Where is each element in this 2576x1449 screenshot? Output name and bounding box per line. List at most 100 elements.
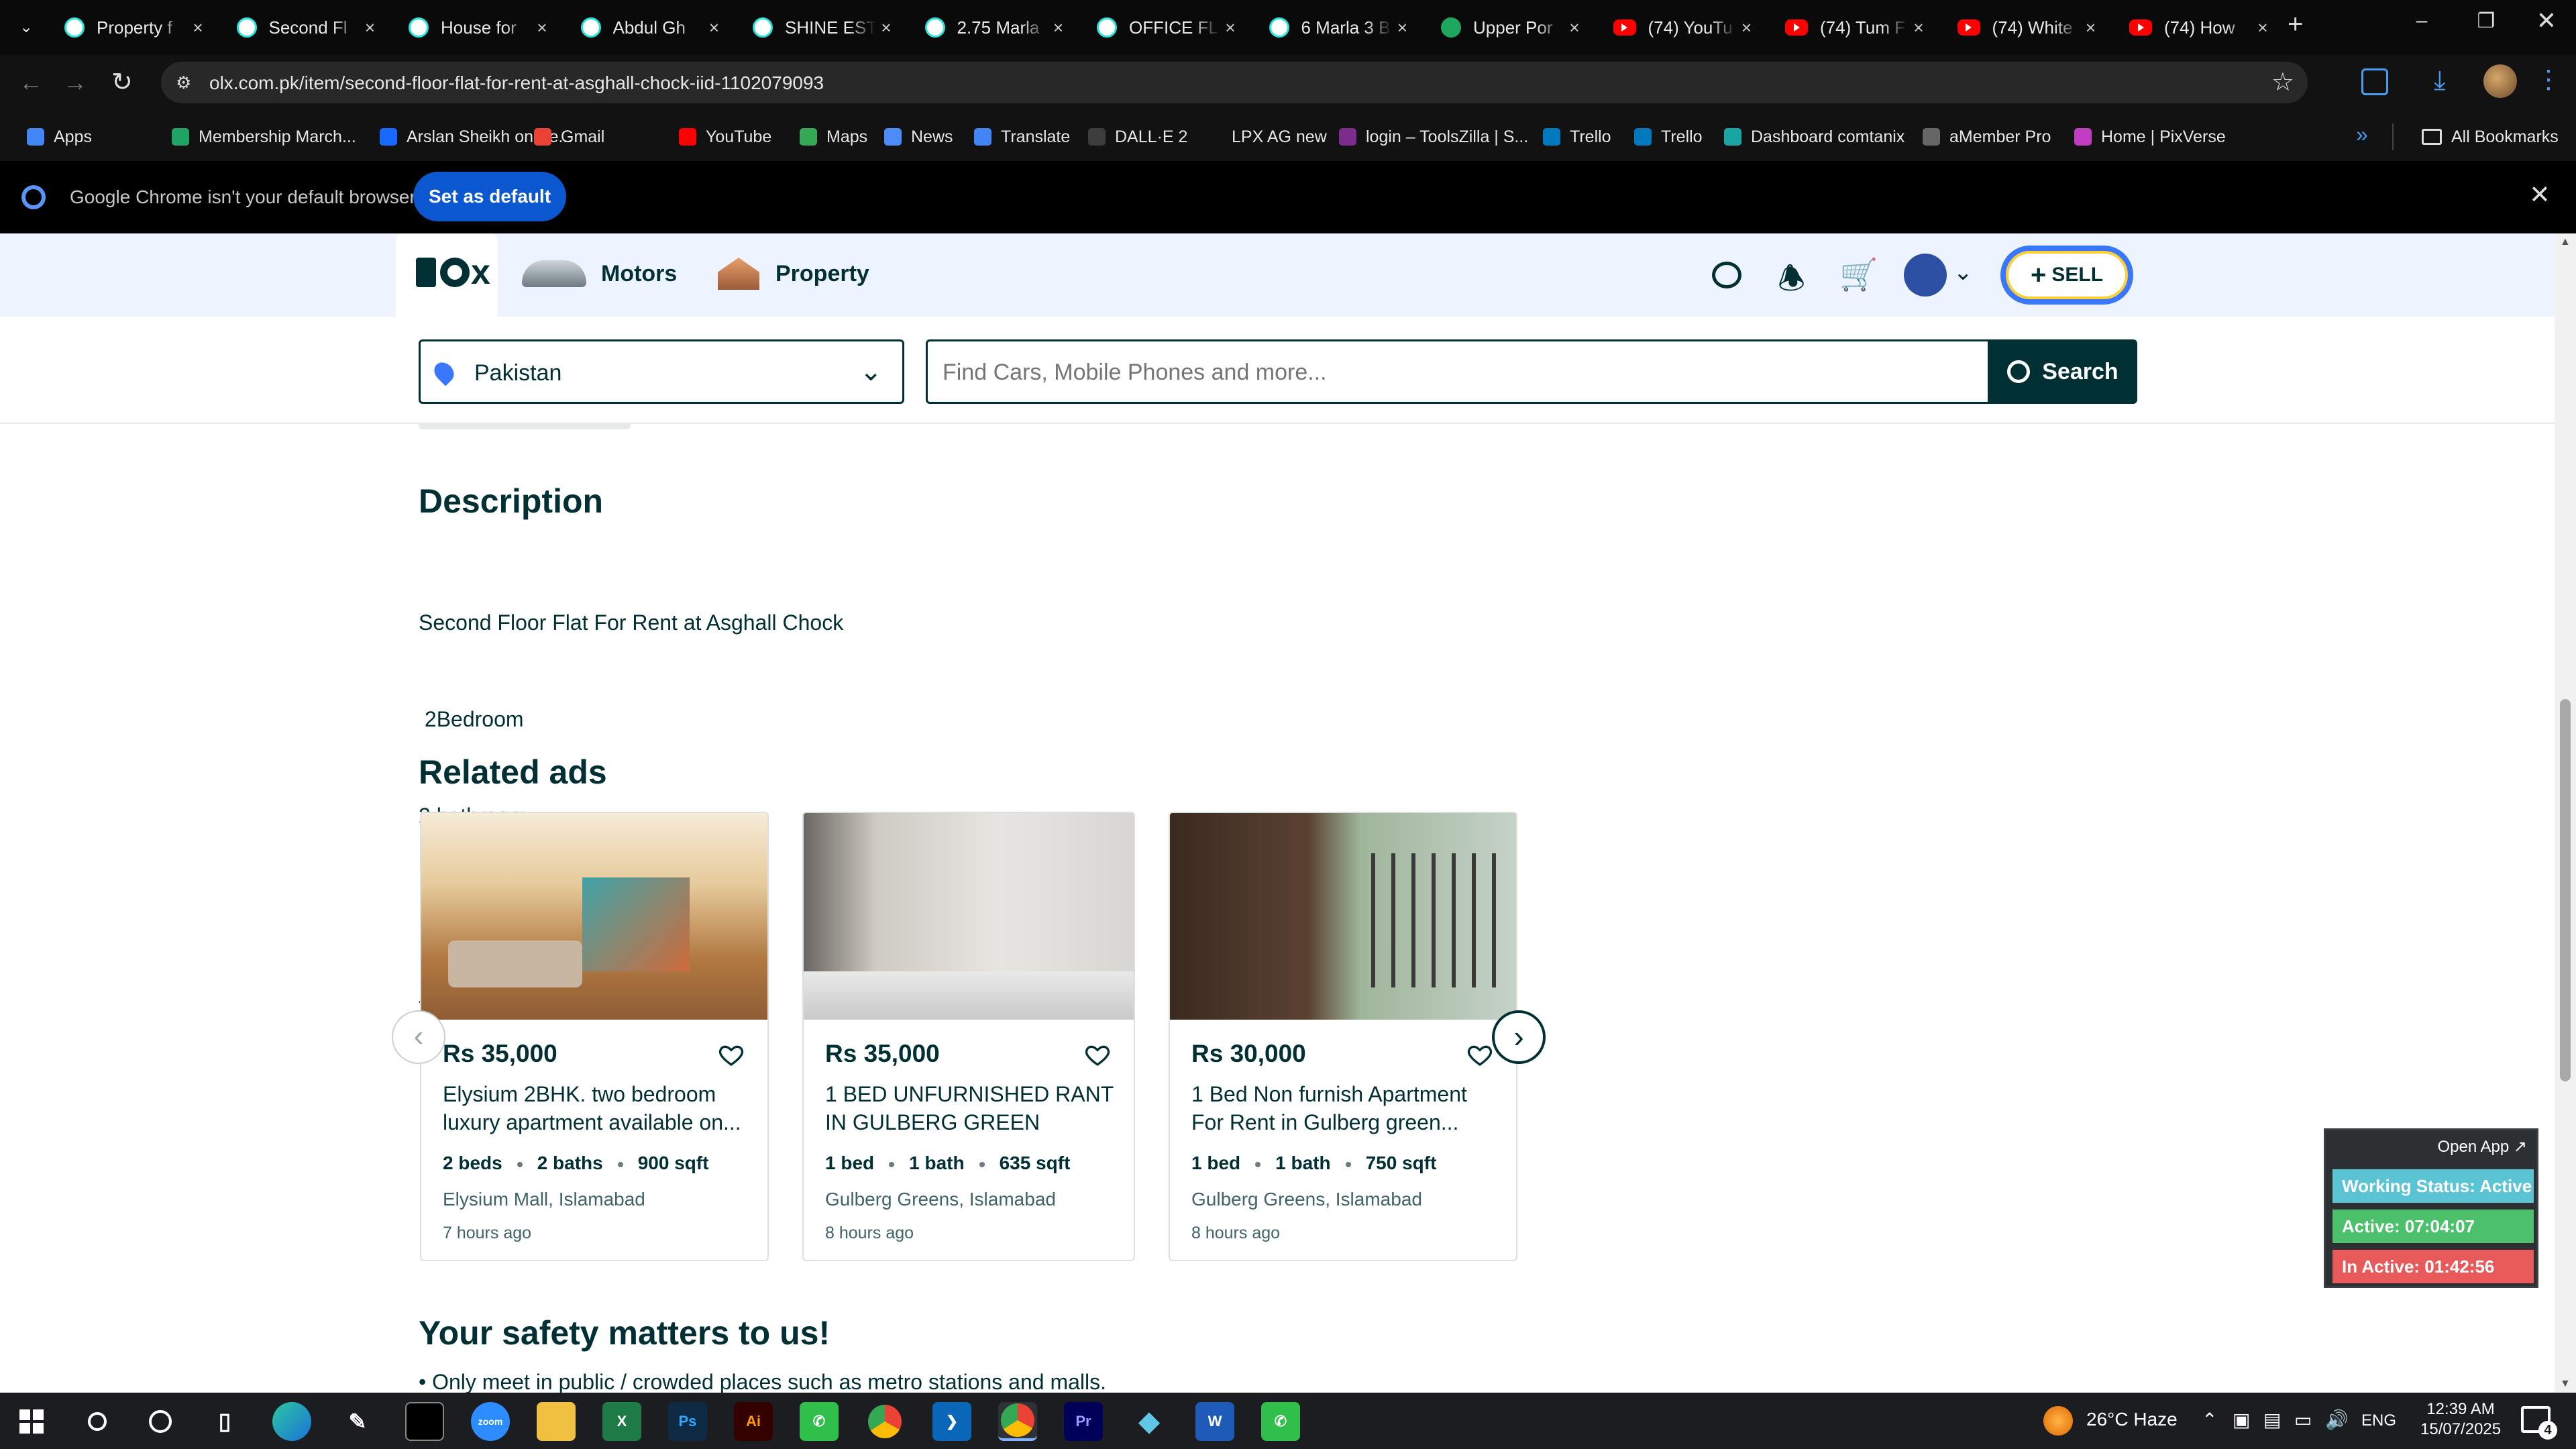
zoom-icon[interactable]: zoom <box>471 1402 510 1441</box>
clock[interactable]: 12:39 AM 15/07/2025 <box>2420 1399 2501 1440</box>
search-input[interactable] <box>943 355 1949 390</box>
browser-tab[interactable]: (74) How × <box>2114 5 2282 50</box>
tab-close-icon[interactable]: × <box>188 17 208 38</box>
browser-tab[interactable]: OFFICE FL × <box>1082 5 1250 50</box>
location-select[interactable]: Pakistan ⌄ <box>419 339 904 404</box>
nav-motors[interactable]: Motors <box>522 260 677 287</box>
bookmark-item[interactable]: Membership March... <box>172 123 356 150</box>
profile-avatar[interactable] <box>2483 64 2517 98</box>
browser-tab[interactable]: House for × <box>394 5 561 50</box>
network-icon[interactable]: ▭ <box>2294 1409 2312 1431</box>
minimize-button[interactable]: – <box>2402 9 2442 32</box>
chat-icon[interactable] <box>1712 262 1741 288</box>
bookmark-item[interactable]: LPX AG new <box>1205 123 1327 150</box>
browser-tab[interactable]: (74) Tum F × <box>1770 5 1938 50</box>
camera-icon[interactable]: ▣ <box>2233 1409 2250 1431</box>
notifications-icon[interactable]: 4 <box>2521 1406 2557 1440</box>
app-diamond-icon[interactable]: ◆ <box>1130 1402 1169 1441</box>
scroll-up-arrow-icon[interactable]: ▲ <box>2560 236 2571 248</box>
sell-button[interactable]: + SELL <box>2000 246 2133 305</box>
chevron-down-icon[interactable]: ⌄ <box>1953 259 1973 286</box>
search-icon[interactable] <box>78 1402 117 1441</box>
browser-tab[interactable]: Abdul Gh × <box>566 5 734 50</box>
bookmark-item[interactable]: YouTube <box>679 123 771 150</box>
carousel-next-button[interactable]: › <box>1492 1010 1546 1064</box>
bookmark-item[interactable]: News <box>884 123 953 150</box>
phone-link-icon[interactable]: ✆ <box>800 1402 839 1441</box>
browser-tab[interactable]: 2.75 Marla × <box>910 5 1078 50</box>
tab-close-icon[interactable]: × <box>1393 17 1413 38</box>
open-app-link[interactable]: Open App ↗ <box>2437 1137 2527 1157</box>
olx-logo-tab[interactable]: x <box>396 233 498 317</box>
bookmark-item[interactable]: Translate <box>974 123 1070 150</box>
chrome-active-icon[interactable] <box>998 1402 1037 1441</box>
browser-tab[interactable]: 6 Marla 3 B × <box>1254 5 1422 50</box>
related-ad-card[interactable]: Rs 30,000 1 Bed Non furnish Apartment Fo… <box>1169 812 1517 1261</box>
bookmark-star-icon[interactable]: ☆ <box>2271 67 2294 97</box>
photoshop-icon[interactable]: Ps <box>668 1402 707 1441</box>
all-bookmarks[interactable]: All Bookmarks <box>2422 123 2559 150</box>
restore-button[interactable]: ❐ <box>2466 9 2506 33</box>
browser-tab[interactable]: (74) White × <box>1943 5 2110 50</box>
cart-icon[interactable]: 🛒 <box>1839 256 1878 293</box>
pen-icon[interactable]: ✎ <box>338 1402 377 1441</box>
bookmark-item[interactable]: DALL·E 2 <box>1088 123 1187 150</box>
site-info-icon[interactable]: ⚙ <box>176 72 196 93</box>
url-text[interactable]: olx.com.pk/item/second-floor-flat-for-re… <box>209 72 824 94</box>
tab-close-icon[interactable]: × <box>704 17 724 38</box>
bookmark-item[interactable]: Gmail <box>534 123 604 150</box>
tray-chevron-icon[interactable]: ⌃ <box>2202 1409 2217 1431</box>
bookmark-item[interactable]: Trello <box>1634 123 1703 150</box>
word-icon[interactable]: W <box>1195 1402 1234 1441</box>
page-scrollbar[interactable]: ▲ ▼ <box>2555 233 2576 1393</box>
cortana-icon[interactable] <box>141 1402 180 1441</box>
tab-close-icon[interactable]: × <box>1049 17 1069 38</box>
set-as-default-button[interactable]: Set as default <box>413 172 566 221</box>
bookmark-item[interactable]: Trello <box>1543 123 1611 150</box>
vscode-icon[interactable]: ❯ <box>932 1402 971 1441</box>
language-indicator[interactable]: ENG <box>2361 1411 2396 1430</box>
bookmark-item[interactable]: login – ToolsZilla | S... <box>1339 123 1528 150</box>
bookmark-item[interactable]: aMember Pro <box>1923 123 2051 150</box>
forward-arrow-icon[interactable]: → <box>63 68 87 97</box>
ad-photo[interactable] <box>421 813 767 1020</box>
windows-start-icon[interactable] <box>12 1402 51 1441</box>
browser-tab[interactable]: Property f × <box>50 5 217 50</box>
search-field[interactable] <box>926 339 1990 404</box>
address-bar[interactable]: ⚙ olx.com.pk/item/second-floor-flat-for-… <box>161 62 2308 103</box>
bookmark-item[interactable]: Home | PixVerse <box>2074 123 2226 150</box>
bookmark-item[interactable]: Dashboard comtanix <box>1724 123 1904 150</box>
file-explorer-icon[interactable] <box>537 1402 576 1441</box>
tab-close-icon[interactable]: × <box>360 17 380 38</box>
ad-photo[interactable] <box>804 813 1134 1020</box>
related-ad-card[interactable]: Rs 35,000 1 BED UNFURNISHED RANT IN GULB… <box>802 812 1135 1261</box>
browser-tab[interactable]: Upper Por × <box>1426 5 1594 50</box>
tab-close-icon[interactable]: × <box>2253 17 2273 38</box>
nav-property[interactable]: Property <box>718 258 869 290</box>
more-bookmarks-chevron-icon[interactable]: » <box>2356 122 2368 147</box>
phone-link-2-icon[interactable]: ✆ <box>1261 1402 1300 1441</box>
browser-tab[interactable]: Second Fl × <box>222 5 390 50</box>
browser-tab[interactable]: (74) YouTu × <box>1599 5 1766 50</box>
ad-photo[interactable] <box>1170 813 1516 1020</box>
chrome-menu-icon[interactable]: ⋮ <box>2536 64 2561 95</box>
download-icon[interactable]: ⤓ <box>2434 66 2446 96</box>
edge-icon[interactable] <box>272 1402 311 1441</box>
tray-app-icon[interactable]: ▤ <box>2263 1409 2281 1431</box>
extensions-icon[interactable] <box>2361 68 2388 95</box>
tab-close-icon[interactable]: × <box>1737 17 1757 38</box>
heart-icon[interactable] <box>718 1041 745 1068</box>
tab-close-icon[interactable]: × <box>876 17 896 38</box>
bookmark-item[interactable]: Apps <box>27 123 92 150</box>
close-infobar-icon[interactable]: ✕ <box>2529 180 2551 210</box>
premiere-icon[interactable]: Pr <box>1064 1402 1103 1441</box>
tab-close-icon[interactable]: × <box>1564 17 1585 38</box>
chrome-icon[interactable] <box>865 1402 904 1441</box>
scroll-down-arrow-icon[interactable]: ▼ <box>2560 1378 2571 1390</box>
task-view-icon[interactable]: ▯ <box>205 1402 244 1441</box>
scrollbar-thumb[interactable] <box>2560 699 2571 1081</box>
search-button[interactable]: Search <box>1988 339 2137 404</box>
related-ad-card[interactable]: Rs 35,000 Elysium 2BHK. two bedroom luxu… <box>420 812 769 1261</box>
carousel-prev-button[interactable]: ‹ <box>392 1010 445 1064</box>
terminal-icon[interactable] <box>405 1402 444 1441</box>
